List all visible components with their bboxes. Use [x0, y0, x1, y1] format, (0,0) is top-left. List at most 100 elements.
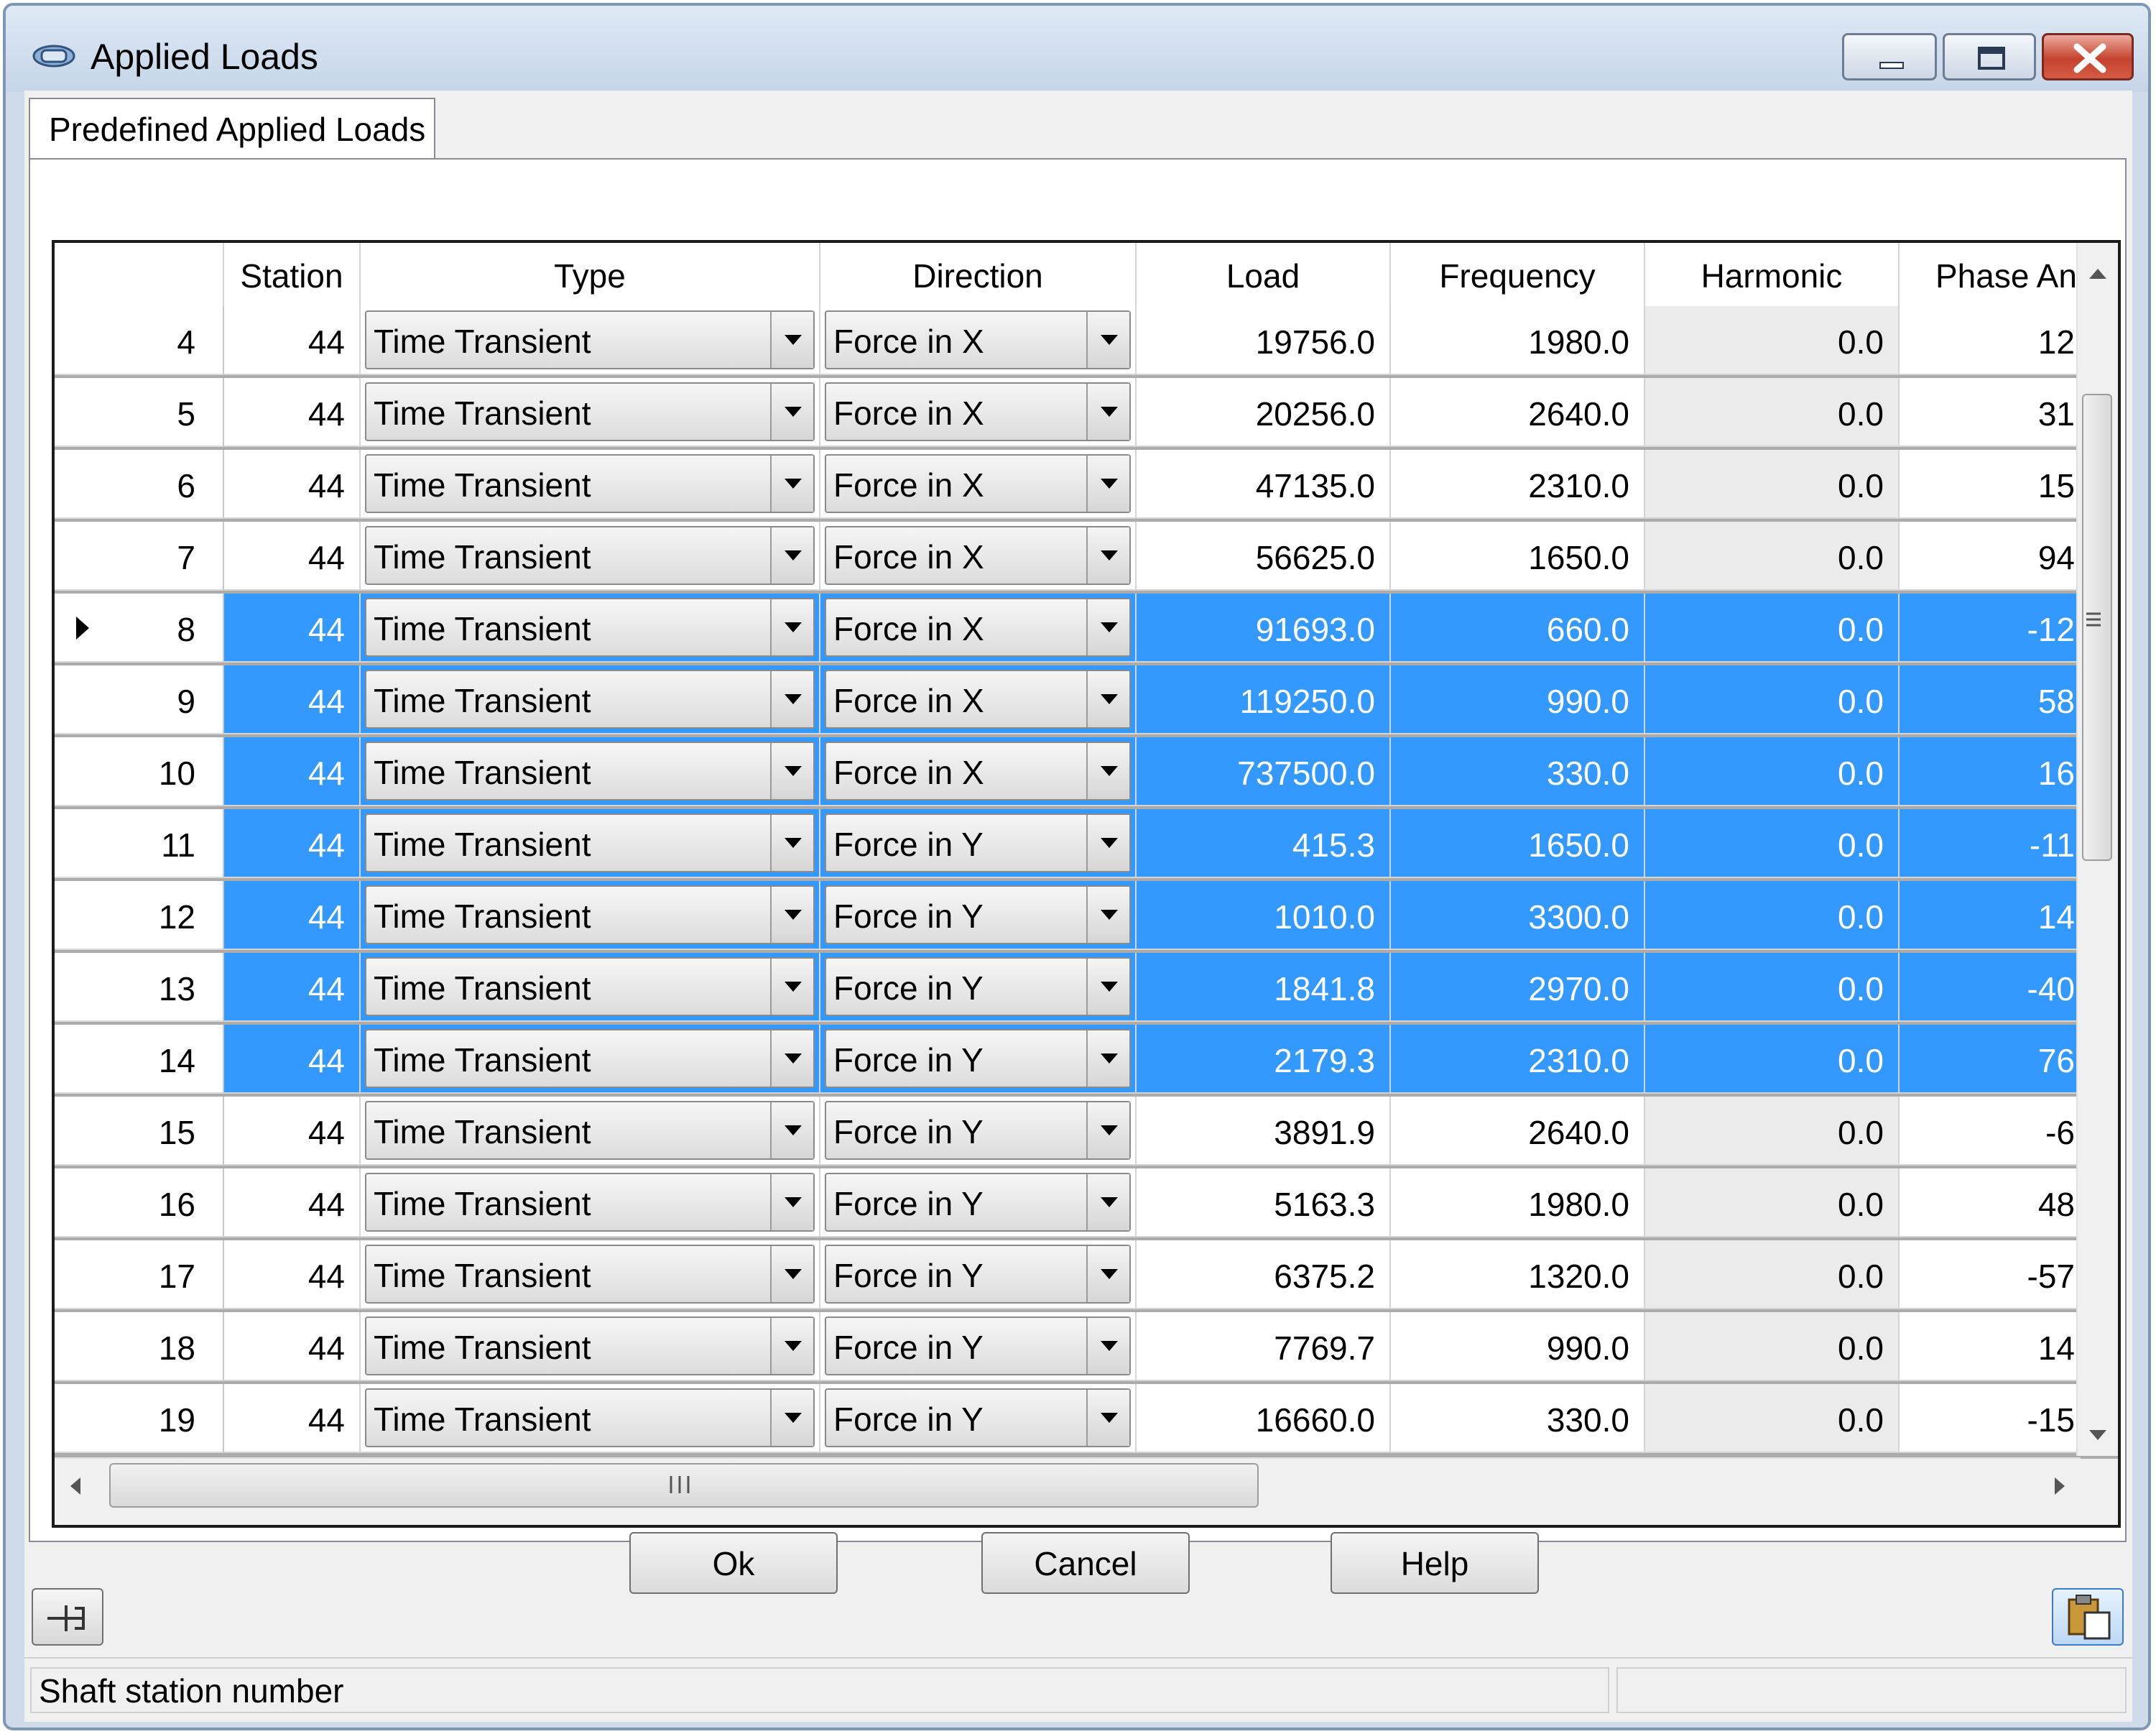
row-header[interactable]: 6: [55, 450, 224, 519]
station-cell[interactable]: 44: [224, 1025, 361, 1094]
applied-loads-grid[interactable]: Station Type Direction Load Frequency Ha…: [52, 240, 2121, 1528]
paste-button[interactable]: [2052, 1588, 2124, 1646]
column-header-load[interactable]: Load: [1137, 243, 1391, 306]
phase-angle-cell[interactable]: 15: [1900, 450, 2081, 519]
station-cell[interactable]: 44: [224, 1384, 361, 1453]
type-dropdown[interactable]: Time Transient: [365, 813, 815, 872]
column-header-frequency[interactable]: Frequency: [1391, 243, 1645, 306]
direction-dropdown[interactable]: Force in Y: [825, 885, 1131, 944]
frequency-cell[interactable]: 660.0: [1391, 594, 1645, 663]
table-row[interactable]: 12 44 Time Transient Force in Y 1010.0 3300.0…: [55, 881, 2081, 950]
chevron-down-icon[interactable]: [770, 527, 813, 584]
chevron-down-icon[interactable]: [770, 959, 813, 1015]
phase-angle-cell[interactable]: 14: [1900, 1312, 2081, 1381]
table-row[interactable]: 15 44 Time Transient Force in Y 3891.9 2640.0…: [55, 1097, 2081, 1166]
frequency-cell[interactable]: 2970.0: [1391, 953, 1645, 1022]
phase-angle-cell[interactable]: -6: [1900, 1097, 2081, 1166]
chevron-down-icon[interactable]: [1086, 1102, 1129, 1158]
row-header[interactable]: 10: [55, 737, 224, 806]
type-dropdown[interactable]: Time Transient: [365, 1101, 815, 1160]
load-cell[interactable]: 737500.0: [1137, 737, 1391, 806]
frequency-cell[interactable]: 2310.0: [1391, 450, 1645, 519]
frequency-cell[interactable]: 1980.0: [1391, 306, 1645, 375]
phase-angle-cell[interactable]: -57: [1900, 1240, 2081, 1309]
phase-angle-cell[interactable]: 31: [1900, 378, 2081, 447]
frequency-cell[interactable]: 1320.0: [1391, 1240, 1645, 1309]
station-cell[interactable]: 44: [224, 594, 361, 663]
table-row[interactable]: 7 44 Time Transient Force in X 56625.0 1650.0…: [55, 522, 2081, 591]
chevron-down-icon[interactable]: [1086, 456, 1129, 512]
phase-angle-cell[interactable]: -11: [1900, 809, 2081, 878]
type-dropdown[interactable]: Time Transient: [365, 670, 815, 729]
row-header[interactable]: 12: [55, 881, 224, 950]
row-header[interactable]: 14: [55, 1025, 224, 1094]
load-cell[interactable]: 2179.3: [1137, 1025, 1391, 1094]
row-header[interactable]: 13: [55, 953, 224, 1022]
ok-button[interactable]: Ok: [629, 1532, 838, 1594]
pin-tool-button[interactable]: [32, 1588, 103, 1646]
chevron-down-icon[interactable]: [770, 1318, 813, 1374]
chevron-down-icon[interactable]: [1086, 1318, 1129, 1374]
load-cell[interactable]: 5163.3: [1137, 1168, 1391, 1237]
phase-angle-cell[interactable]: 16: [1900, 737, 2081, 806]
table-row[interactable]: 8 44 Time Transient Force in X 91693.0 660.0 0…: [55, 594, 2081, 663]
chevron-down-icon[interactable]: [1086, 815, 1129, 871]
chevron-down-icon[interactable]: [1086, 599, 1129, 655]
row-header[interactable]: 18: [55, 1312, 224, 1381]
chevron-down-icon[interactable]: [770, 312, 813, 368]
load-cell[interactable]: 56625.0: [1137, 522, 1391, 591]
phase-angle-cell[interactable]: 94: [1900, 522, 2081, 591]
station-cell[interactable]: 44: [224, 450, 361, 519]
station-cell[interactable]: 44: [224, 953, 361, 1022]
frequency-cell[interactable]: 1650.0: [1391, 809, 1645, 878]
maximize-button[interactable]: [1943, 33, 2036, 80]
frequency-cell[interactable]: 1650.0: [1391, 522, 1645, 591]
table-row[interactable]: 17 44 Time Transient Force in Y 6375.2 1320.0…: [55, 1240, 2081, 1309]
table-row[interactable]: 4 44 Time Transient Force in X 19756.0 1980.0…: [55, 306, 2081, 375]
chevron-down-icon[interactable]: [1086, 1030, 1129, 1087]
type-dropdown[interactable]: Time Transient: [365, 1029, 815, 1088]
direction-dropdown[interactable]: Force in Y: [825, 1173, 1131, 1232]
chevron-down-icon[interactable]: [770, 1030, 813, 1087]
station-cell[interactable]: 44: [224, 522, 361, 591]
chevron-down-icon[interactable]: [1086, 384, 1129, 440]
type-dropdown[interactable]: Time Transient: [365, 885, 815, 944]
row-header[interactable]: 9: [55, 665, 224, 734]
chevron-down-icon[interactable]: [770, 1102, 813, 1158]
station-cell[interactable]: 44: [224, 306, 361, 375]
station-cell[interactable]: 44: [224, 737, 361, 806]
load-cell[interactable]: 91693.0: [1137, 594, 1391, 663]
help-button[interactable]: Help: [1331, 1532, 1539, 1594]
station-cell[interactable]: 44: [224, 1168, 361, 1237]
chevron-down-icon[interactable]: [1086, 887, 1129, 943]
chevron-down-icon[interactable]: [770, 887, 813, 943]
row-header[interactable]: 7: [55, 522, 224, 591]
load-cell[interactable]: 47135.0: [1137, 450, 1391, 519]
direction-dropdown[interactable]: Force in Y: [825, 957, 1131, 1016]
load-cell[interactable]: 1841.8: [1137, 953, 1391, 1022]
frequency-cell[interactable]: 2640.0: [1391, 378, 1645, 447]
table-row[interactable]: 16 44 Time Transient Force in Y 5163.3 1980.0…: [55, 1168, 2081, 1237]
load-cell[interactable]: 7769.7: [1137, 1312, 1391, 1381]
station-cell[interactable]: 44: [224, 809, 361, 878]
direction-dropdown[interactable]: Force in Y: [825, 1101, 1131, 1160]
station-cell[interactable]: 44: [224, 378, 361, 447]
station-cell[interactable]: 44: [224, 665, 361, 734]
chevron-down-icon[interactable]: [1086, 1390, 1129, 1446]
type-dropdown[interactable]: Time Transient: [365, 1245, 815, 1304]
table-row[interactable]: 18 44 Time Transient Force in Y 7769.7 990.0 0…: [55, 1312, 2081, 1381]
frequency-cell[interactable]: 330.0: [1391, 737, 1645, 806]
chevron-down-icon[interactable]: [1086, 743, 1129, 799]
direction-dropdown[interactable]: Force in X: [825, 454, 1131, 513]
direction-dropdown[interactable]: Force in X: [825, 598, 1131, 657]
phase-angle-cell[interactable]: 14: [1900, 881, 2081, 950]
phase-angle-cell[interactable]: -40: [1900, 953, 2081, 1022]
table-row[interactable]: 13 44 Time Transient Force in Y 1841.8 2970.0…: [55, 953, 2081, 1022]
table-row[interactable]: 14 44 Time Transient Force in Y 2179.3 2310.0…: [55, 1025, 2081, 1094]
direction-dropdown[interactable]: Force in X: [825, 310, 1131, 369]
load-cell[interactable]: 415.3: [1137, 809, 1391, 878]
chevron-down-icon[interactable]: [770, 1246, 813, 1302]
column-header-type[interactable]: Type: [361, 243, 820, 306]
row-header[interactable]: 16: [55, 1168, 224, 1237]
cancel-button[interactable]: Cancel: [981, 1532, 1190, 1594]
